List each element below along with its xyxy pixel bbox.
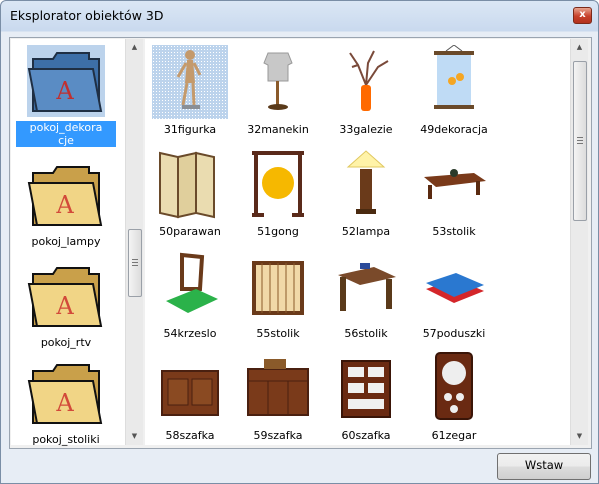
dialog-window: Eksplorator obiektów 3D x A pokoj_dekora… — [0, 0, 599, 484]
cabinet-icon — [247, 359, 309, 416]
object-item-60szafka[interactable]: 60szafka — [323, 351, 409, 442]
object-label: 50parawan — [159, 225, 221, 238]
folder-icon: A — [27, 45, 105, 117]
branches-vase-icon — [349, 50, 389, 111]
svg-text:A: A — [55, 191, 74, 219]
object-label: 58szafka — [165, 429, 215, 442]
object-item-56stolik[interactable]: 56stolik — [323, 249, 409, 340]
object-item-31figurka[interactable]: 31figurka — [147, 45, 233, 136]
explorer-panel: A pokoj_dekoracje A pokoj_lampy A pokoj — [9, 37, 592, 449]
object-item-50parawan[interactable]: 50parawan — [147, 147, 233, 238]
cushions-icon — [426, 273, 484, 303]
scrollbar-thumb[interactable] — [128, 229, 142, 297]
scroll-down-icon[interactable]: ▼ — [571, 428, 588, 445]
drawer-chest-icon — [341, 360, 391, 418]
object-item-59szafka[interactable]: 59szafka — [235, 351, 321, 442]
folder-item-pokoj-stoliki[interactable]: A pokoj_stoliki — [16, 357, 116, 446]
object-label: 55stolik — [256, 327, 300, 340]
object-item-32manekin[interactable]: 32manekin — [235, 45, 321, 136]
scroll-up-icon[interactable]: ▲ — [571, 39, 588, 56]
object-item-53stolik[interactable]: 53stolik — [411, 147, 497, 238]
mannequin-icon — [263, 52, 293, 110]
folder-label: pokoj_lampy — [31, 235, 101, 248]
figurine-icon — [176, 50, 202, 109]
object-label: 59szafka — [253, 429, 303, 442]
scroll-up-icon[interactable]: ▲ — [126, 39, 143, 56]
object-label: 32manekin — [247, 123, 309, 136]
folder-list: A pokoj_dekoracje A pokoj_lampy A pokoj — [11, 39, 143, 446]
object-label: 33galezie — [339, 123, 393, 136]
side-table-icon — [338, 263, 396, 311]
close-icon: x — [579, 9, 586, 20]
object-item-51gong[interactable]: 51gong — [235, 147, 321, 238]
object-item-57poduszki[interactable]: 57poduszki — [411, 249, 497, 340]
svg-text:A: A — [55, 389, 74, 417]
folder-label: pokoj_dekora cje — [16, 121, 116, 147]
object-label: 54krzeslo — [163, 327, 217, 340]
svg-text:A: A — [55, 292, 74, 320]
window-title: Eksplorator obiektów 3D — [10, 8, 164, 23]
object-label: 52lampa — [341, 225, 391, 238]
lamp-icon — [346, 150, 386, 214]
object-label: 57poduszki — [422, 327, 486, 340]
folder-label: pokoj_rtv — [40, 336, 92, 349]
chair-icon — [166, 252, 218, 313]
object-item-49dekoracja[interactable]: 49dekoracja — [411, 44, 497, 136]
object-label: 31figurka — [163, 123, 217, 136]
object-label: 60szafka — [341, 429, 391, 442]
scroll-down-icon[interactable]: ▼ — [126, 428, 143, 445]
folder-icon: A — [27, 364, 103, 424]
close-button[interactable]: x — [573, 7, 592, 24]
svg-text:A: A — [55, 77, 74, 105]
object-label: 61zegar — [431, 429, 477, 442]
folder-icon: A — [27, 267, 103, 327]
folder-item-pokoj-dekoracje[interactable]: A pokoj_dekora cje — [16, 45, 116, 147]
object-item-54krzeslo[interactable]: 54krzeslo — [147, 249, 233, 340]
folder-list-scrollbar[interactable]: ▲ ▼ — [125, 39, 143, 445]
object-item-33galezie[interactable]: 33galezie — [323, 45, 409, 136]
object-grid-scrollbar[interactable]: ▲ ▼ — [570, 39, 588, 445]
object-grid: 31figurka 32manekin 33galezie 49dekoracj… — [145, 39, 588, 445]
object-item-58szafka[interactable]: 58szafka — [147, 351, 233, 442]
lantern-table-icon — [252, 261, 304, 315]
folding-screen-icon — [159, 151, 215, 219]
object-item-55stolik[interactable]: 55stolik — [235, 249, 321, 340]
insert-button[interactable]: Wstaw — [497, 453, 591, 480]
scrollbar-thumb[interactable] — [573, 61, 587, 221]
clock-icon — [435, 352, 473, 420]
wall-scroll-icon — [434, 44, 474, 109]
object-item-52lampa[interactable]: 52lampa — [323, 147, 409, 238]
folder-item-pokoj-lampy[interactable]: A pokoj_lampy — [16, 159, 116, 248]
cabinet-icon — [161, 370, 219, 416]
folder-item-pokoj-rtv[interactable]: A pokoj_rtv — [16, 260, 116, 349]
folder-icon: A — [27, 166, 103, 226]
object-label: 53stolik — [432, 225, 476, 238]
low-table-icon — [424, 169, 486, 199]
folder-label: pokoj_stoliki — [32, 433, 100, 446]
title-bar[interactable]: Eksplorator obiektów 3D x — [1, 1, 598, 31]
object-item-61zegar[interactable]: 61zegar — [411, 351, 497, 442]
object-label: 56stolik — [344, 327, 388, 340]
gong-icon — [252, 151, 304, 217]
object-label: 49dekoracja — [420, 123, 488, 136]
object-label: 51gong — [257, 225, 299, 238]
